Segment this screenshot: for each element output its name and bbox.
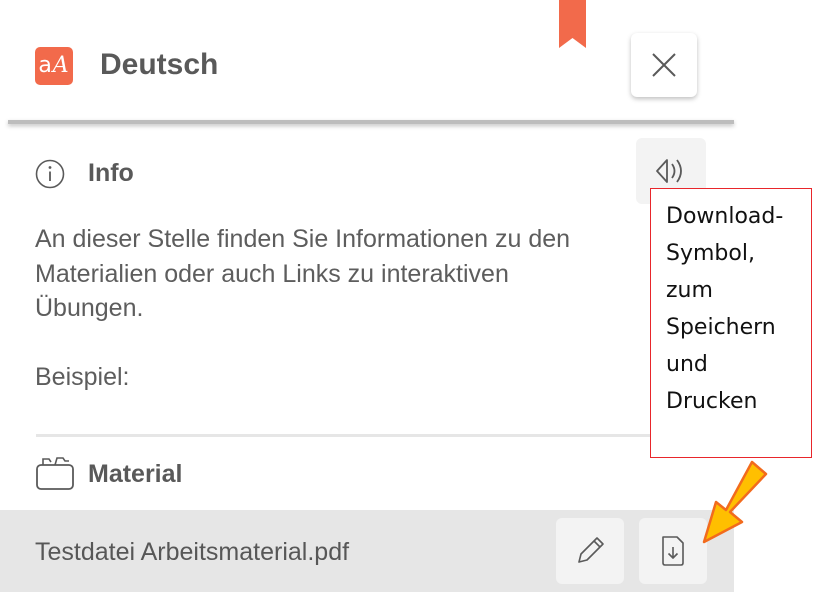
material-section-title: Material (88, 460, 183, 488)
info-section-title: Info (88, 159, 134, 187)
info-line: Materialien oder auch Links zu interakti… (35, 259, 509, 288)
edit-button[interactable] (556, 518, 624, 584)
arrow-annotation (702, 460, 768, 544)
info-line: An dieser Stelle finden Sie Informatione… (35, 225, 571, 253)
download-icon (662, 536, 684, 566)
file-name[interactable]: Testdatei Arbeitsmaterial.pdf (35, 538, 349, 567)
info-line: Übungen. (35, 294, 144, 322)
annotation-line: Speichern (666, 315, 776, 340)
info-text: An dieser Stelle finden Sie Informatione… (35, 222, 655, 402)
annotation-line: und (666, 352, 708, 377)
page-title: Deutsch (100, 48, 219, 81)
app-logo: aA (35, 47, 73, 85)
audio-icon (656, 159, 682, 183)
annotation-line: Drucken (666, 389, 758, 414)
annotation-text: Download- Symbol, zum Speichern und Druc… (666, 198, 806, 420)
info-line: Beispiel: (35, 362, 130, 391)
annotation-line: Symbol, (666, 241, 755, 266)
annotation-line: zum (666, 278, 713, 303)
section-divider (36, 434, 704, 437)
close-icon (652, 53, 676, 77)
header-divider (8, 120, 734, 124)
header-bar: aA Deutsch (0, 0, 815, 122)
folder-icon (36, 457, 74, 490)
info-icon (35, 159, 65, 189)
pencil-icon (578, 537, 604, 563)
close-button[interactable] (631, 33, 697, 97)
annotation-line: Download- (666, 204, 784, 229)
bookmark-icon[interactable] (559, 0, 586, 48)
